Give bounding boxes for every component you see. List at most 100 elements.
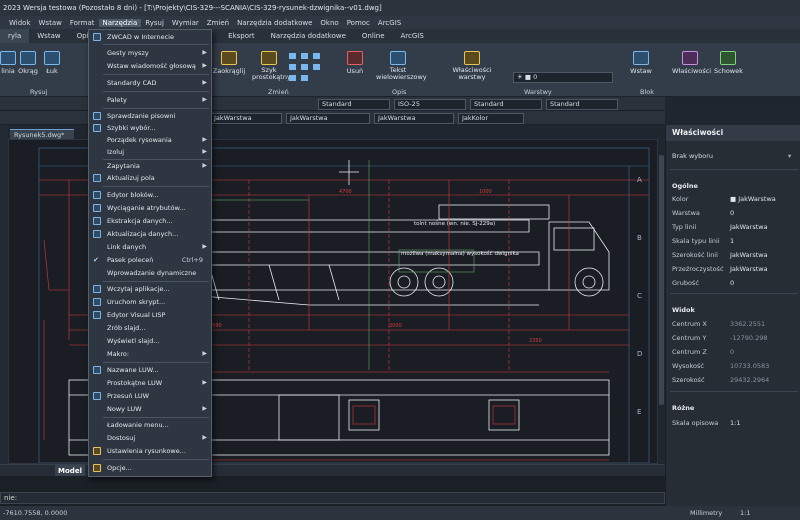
prop-row-center-y[interactable]: Centrum Y -12790.298	[672, 332, 798, 344]
menu-item-command-bar[interactable]: ✔ Pasek poleceń Ctrl+9	[89, 254, 211, 266]
menu-item-data-link[interactable]: Link danych ▶	[89, 241, 211, 253]
selection-combo[interactable]: Brak wyboru	[672, 152, 713, 160]
menu-item-customize[interactable]: Dostosuj ▶	[89, 432, 211, 444]
menu-item-data-extraction[interactable]: Ekstrakcja danych...	[89, 215, 211, 227]
menu-item-palettes[interactable]: Palety ▶	[89, 94, 211, 106]
prop-key: Skala typu linii	[672, 237, 720, 245]
erase-button[interactable]: Usuń	[344, 51, 366, 75]
tab-wstaw[interactable]: Wstaw	[29, 32, 68, 40]
layer-properties-icon	[464, 51, 480, 65]
menu-item-update-fields[interactable]: Aktualizuj pola	[89, 172, 211, 184]
prop-row-color[interactable]: Kolor ■ JakWarstwa	[672, 193, 798, 205]
array-button[interactable]: Szyk prostokątny	[252, 51, 291, 81]
prop-row-center-x[interactable]: Centrum X 3362.2551	[672, 318, 798, 330]
vertical-scrollbar[interactable]	[658, 125, 665, 476]
menu-wstaw[interactable]: Wstaw	[35, 19, 66, 27]
arc-button[interactable]: Łuk	[44, 51, 60, 75]
menu-narzedzia[interactable]: Narzędzia	[98, 18, 142, 27]
lineweight-combo[interactable]: JakWarstwa	[374, 112, 454, 124]
menu-item-label: Prostokątne LUW	[107, 379, 163, 387]
menu-item-mouse-gestures[interactable]: Gesty myszy ▶	[89, 47, 211, 59]
text-style-combo[interactable]: Standard	[318, 98, 390, 110]
clipboard-button[interactable]: Schowek	[714, 51, 743, 75]
menu-pomoc[interactable]: Pomoc	[343, 19, 374, 27]
scroll-thumb[interactable]	[659, 155, 664, 405]
menu-item-visual-lisp[interactable]: Edytor Visual LISP	[89, 309, 211, 321]
section-general[interactable]: Ogólne	[672, 182, 698, 190]
menu-item-run-script[interactable]: Uruchom skrypt...	[89, 296, 211, 308]
prop-row-width[interactable]: Szerokość 29432.2964	[672, 374, 798, 386]
menu-narzedzia-dodatkowe[interactable]: Narzędzia dodatkowe	[233, 19, 316, 27]
menu-rysuj[interactable]: Rysuj	[141, 19, 168, 27]
section-view[interactable]: Widok	[672, 306, 695, 314]
menu-item-macro[interactable]: Makro: ▶	[89, 348, 211, 360]
tab-eksport[interactable]: Eksport	[220, 32, 262, 40]
menu-separator	[103, 417, 209, 418]
menu-item-cad-standards[interactable]: Standardy CAD ▶	[89, 77, 211, 89]
chevron-down-icon[interactable]: ▾	[788, 152, 791, 160]
menu-item-new-ucs[interactable]: Nowy LUW ▶	[89, 403, 211, 415]
layer-properties-button[interactable]: Właściwości warstwy	[452, 51, 492, 81]
menu-item-zwcad-online[interactable]: ZWCAD w Internecie	[89, 31, 211, 43]
command-line[interactable]: nie:	[0, 492, 665, 504]
prop-row-annotation-scale[interactable]: Skala opisowa 1:1	[672, 417, 798, 429]
mleader-style-combo[interactable]: Standard	[546, 98, 618, 110]
menu-item-quick-select[interactable]: Szybki wybór...	[89, 122, 211, 134]
dim-style-combo[interactable]: ISO-25	[394, 98, 466, 110]
menu-item-label: Nazwane LUW...	[107, 366, 159, 374]
document-tab[interactable]: Rysunek5.dwg*	[10, 129, 74, 139]
linetype-combo[interactable]: JakWarstwa	[286, 112, 370, 124]
menu-okno[interactable]: Okno	[316, 19, 342, 27]
menu-item-orthographic-ucs[interactable]: Prostokątne LUW ▶	[89, 377, 211, 389]
insert-block-button[interactable]: Wstaw	[630, 51, 652, 75]
fillet-button[interactable]: Zaokrąglij	[212, 51, 246, 75]
menu-item-dynamic-input[interactable]: Wprowadzanie dynamiczne	[89, 267, 211, 279]
color-combo[interactable]: JakWarstwa	[210, 112, 282, 124]
tab-online[interactable]: Online	[354, 32, 393, 40]
prop-row-center-z[interactable]: Centrum Z 0	[672, 346, 798, 358]
menu-item-data-update[interactable]: Aktualizacja danych...	[89, 228, 211, 240]
menu-format[interactable]: Format	[66, 19, 99, 27]
menu-item-options[interactable]: Opcje...	[89, 462, 211, 474]
units-selector[interactable]: Millimetry	[690, 506, 722, 520]
mtext-button[interactable]: Tekst wielowierszowy	[376, 51, 427, 81]
menu-wymiar[interactable]: Wymiar	[168, 19, 203, 27]
circle-button[interactable]: Okrąg	[18, 51, 38, 75]
menu-item-voice-message[interactable]: Wstaw wiadomość głosową ▶	[89, 60, 211, 72]
menu-item-attribute-extraction[interactable]: Wyciąganie atrybutów...	[89, 202, 211, 214]
prop-row-lineweight[interactable]: Szerokość linii JakWarstwa	[672, 249, 798, 261]
menu-item-load-menu[interactable]: Ładowanie menu...	[89, 419, 211, 431]
layer-combo[interactable]: ☀ ■ 0	[513, 72, 613, 83]
polyline-button[interactable]: linia	[0, 51, 16, 75]
properties-button[interactable]: Właściwości	[672, 51, 711, 75]
menu-widok[interactable]: Widok	[5, 19, 35, 27]
menu-item-block-editor[interactable]: Edytor bloków...	[89, 189, 211, 201]
prop-row-linetype[interactable]: Typ linii JakWarstwa	[672, 221, 798, 233]
modify-tools[interactable]	[287, 49, 337, 87]
section-misc[interactable]: Różne	[672, 404, 694, 412]
menu-item-move-ucs[interactable]: Przesuń LUW	[89, 390, 211, 402]
tab-rysuj[interactable]: ryla	[0, 29, 30, 43]
annotation-scale[interactable]: 1:1	[740, 506, 750, 520]
menu-item-named-ucs[interactable]: Nazwane LUW...	[89, 364, 211, 376]
prop-row-layer[interactable]: Warstwa 0	[672, 207, 798, 219]
menu-item-drafting-settings[interactable]: Ustawienia rysunkowe...	[89, 445, 211, 457]
prop-value: 0	[730, 348, 735, 356]
tab-arcgis[interactable]: ArcGIS	[393, 32, 432, 40]
menu-item-spelling[interactable]: Sprawdzanie pisowni	[89, 110, 211, 122]
menu-item-draw-order[interactable]: Porządek rysowania ▶	[89, 134, 211, 146]
menu-item-isolate[interactable]: Izoluj ▶	[89, 146, 211, 158]
menu-arcgis[interactable]: ArcGIS	[374, 19, 405, 27]
menu-zmien[interactable]: Zmień	[203, 19, 233, 27]
prop-row-linetype-scale[interactable]: Skala typu linii 1	[672, 235, 798, 247]
prop-row-height[interactable]: Wysokość 10733.0583	[672, 360, 798, 372]
prop-row-transparency[interactable]: Przeźroczystość JakWarstwa	[672, 263, 798, 275]
tab-narzedzia-dodatkowe[interactable]: Narzędzia dodatkowe	[263, 32, 354, 40]
menu-item-view-slide[interactable]: Wyświetl slajd...	[89, 335, 211, 347]
menu-item-make-slide[interactable]: Zrób slajd...	[89, 322, 211, 334]
menu-item-inquiry[interactable]: Zapytania ▶	[89, 160, 211, 172]
table-style-combo[interactable]: Standard	[470, 98, 542, 110]
plotstyle-combo[interactable]: JakKolor	[458, 112, 524, 124]
prop-row-thickness[interactable]: Grubość 0	[672, 277, 798, 289]
menu-item-load-application[interactable]: Wczytaj aplikacje...	[89, 283, 211, 295]
